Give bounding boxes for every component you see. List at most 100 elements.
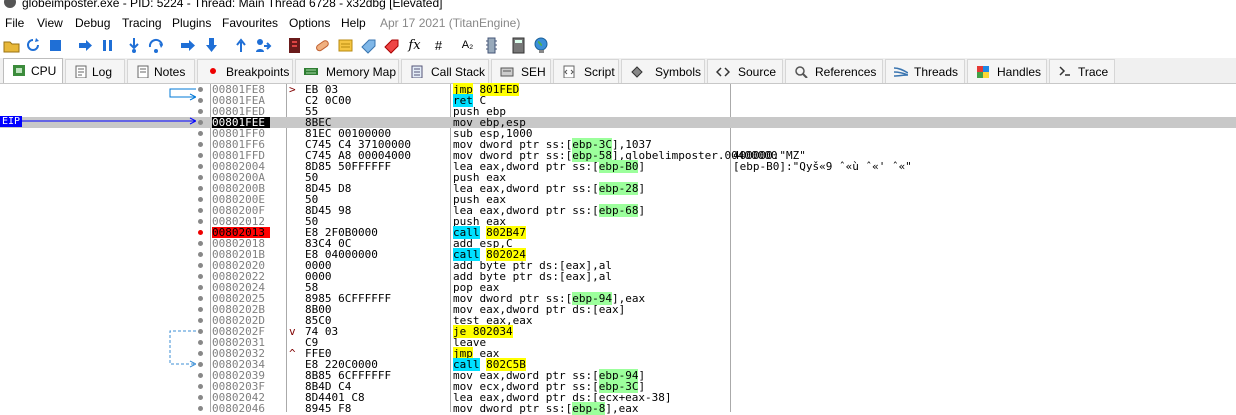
seh-icon <box>500 67 514 77</box>
toolbar: fx # A₂ <box>0 33 1236 59</box>
tab-handles[interactable]: Handles <box>967 59 1047 83</box>
stop-icon[interactable] <box>47 37 64 54</box>
tab-label: Source <box>738 65 777 79</box>
tab-label: Threads <box>914 65 959 79</box>
menu-help[interactable]: Help <box>341 16 366 30</box>
jump-direction-marker: ^ <box>289 347 296 360</box>
open-icon[interactable] <box>3 37 20 54</box>
breakpoint-slot[interactable] <box>198 329 203 334</box>
breakpoint-slot[interactable] <box>198 98 203 103</box>
tab-memory-map[interactable]: Memory Map <box>295 59 399 83</box>
pause-icon[interactable] <box>99 37 116 54</box>
breakpoint-slot[interactable] <box>198 340 203 345</box>
restart-icon[interactable] <box>25 37 42 54</box>
tab-label: Trace <box>1078 65 1109 79</box>
bookmark-icon[interactable] <box>383 37 400 54</box>
tab-seh[interactable]: SEH <box>491 59 551 83</box>
tab-log[interactable]: Log <box>65 59 125 83</box>
comment-cell: [ebp-B0]:"Qyš«9 ˆ«ù ˆ«' ˆ«" <box>733 160 912 173</box>
handles-icon <box>977 66 989 78</box>
breakpoint-slot[interactable] <box>198 307 203 312</box>
jump-arrows <box>20 88 196 368</box>
run-icon[interactable] <box>77 37 94 54</box>
patch-icon[interactable] <box>314 37 331 54</box>
breakpoint-slot[interactable] <box>198 186 203 191</box>
breakpoint-slot[interactable] <box>198 87 203 92</box>
instruction-cell: mov dword ptr ss:[ebp-8],eax <box>453 402 639 415</box>
globe-icon[interactable] <box>533 37 550 54</box>
breakpoint-slot[interactable] <box>198 197 203 202</box>
label-icon[interactable] <box>360 37 377 54</box>
trace-into-icon[interactable] <box>180 37 197 54</box>
tab-notes[interactable]: Notes <box>127 59 195 83</box>
breakpoint-slot[interactable] <box>198 373 203 378</box>
breakpoint-slot[interactable] <box>198 164 203 169</box>
menu-bar: File View Debug Tracing Plugins Favourit… <box>0 13 1236 33</box>
tab-cpu[interactable]: CPU <box>3 58 63 83</box>
notes-icon <box>137 65 149 78</box>
tab-label: Breakpoints <box>226 65 290 79</box>
instruction-token: ebp-8 <box>572 402 606 415</box>
tab-script[interactable]: Script <box>553 59 619 83</box>
menu-debug[interactable]: Debug <box>75 16 110 30</box>
function-icon[interactable]: fx <box>406 37 423 54</box>
breakpoint-slot[interactable] <box>198 263 203 268</box>
execute-till-return-icon[interactable] <box>233 37 250 54</box>
tab-label: SEH <box>521 65 546 79</box>
step-over-icon[interactable] <box>148 37 165 54</box>
breakpoint-slot[interactable] <box>198 142 203 147</box>
trace-over-icon[interactable] <box>203 37 220 54</box>
tab-call-stack[interactable]: Call Stack <box>401 59 489 83</box>
breakpoint-slot[interactable] <box>198 384 203 389</box>
instruction-token: ],eax <box>605 402 639 415</box>
jump-direction-marker: v <box>289 325 296 338</box>
disassembly-view[interactable]: 00801FE8 > EB 03 jmp 801FED 00801FEA C2 0C00 r… <box>0 83 1236 415</box>
breakpoint-slot[interactable] <box>198 406 203 411</box>
menu-favourites[interactable]: Favourites <box>222 16 278 30</box>
menu-file[interactable]: File <box>5 16 24 30</box>
comment-icon[interactable] <box>337 37 354 54</box>
breakpoint-slot[interactable] <box>198 395 203 400</box>
breakpoint-icon <box>210 68 216 74</box>
tab-label: Memory Map <box>326 65 397 79</box>
run-to-user-code-icon[interactable] <box>255 37 272 54</box>
menu-options[interactable]: Options <box>289 16 330 30</box>
tab-trace[interactable]: Trace <box>1049 59 1115 83</box>
breakpoint-slot[interactable] <box>198 109 203 114</box>
memory-icon[interactable] <box>483 37 500 54</box>
breakpoint-dot[interactable] <box>198 230 203 235</box>
breakpoint-slot[interactable] <box>198 318 203 323</box>
font-icon[interactable]: A₂ <box>459 37 476 54</box>
memory-map-icon <box>304 68 318 75</box>
hash-icon[interactable]: # <box>430 37 447 54</box>
breakpoint-slot[interactable] <box>198 120 203 125</box>
step-into-icon[interactable] <box>126 37 143 54</box>
tab-label: Call Stack <box>431 65 486 79</box>
menu-tracing[interactable]: Tracing <box>122 16 162 30</box>
menu-plugins[interactable]: Plugins <box>172 16 211 30</box>
tab-label: CPU <box>31 64 57 78</box>
breakpoint-slot[interactable] <box>198 219 203 224</box>
tab-threads[interactable]: Threads <box>885 59 965 83</box>
tab-references[interactable]: References <box>785 59 883 83</box>
tab-symbols[interactable]: Symbols <box>621 59 705 83</box>
breakpoint-slot[interactable] <box>198 175 203 180</box>
calculator-icon[interactable] <box>510 37 527 54</box>
breakpoint-slot[interactable] <box>198 274 203 279</box>
tab-breakpoints[interactable]: Breakpoints <box>197 59 293 83</box>
breakpoint-slot[interactable] <box>198 351 203 356</box>
tab-source[interactable]: Source <box>707 59 783 83</box>
breakpoint-slot[interactable] <box>198 252 203 257</box>
breakpoint-slot[interactable] <box>198 153 203 158</box>
breakpoint-slot[interactable] <box>198 285 203 290</box>
breakpoint-slot[interactable] <box>198 208 203 213</box>
references-icon <box>795 66 808 78</box>
scylla-icon[interactable] <box>286 37 303 54</box>
breakpoint-slot[interactable] <box>198 131 203 136</box>
address-cell: 00802046 <box>212 402 265 415</box>
breakpoint-slot[interactable] <box>198 241 203 246</box>
breakpoint-slot[interactable] <box>198 362 203 367</box>
script-icon <box>563 65 575 78</box>
menu-view[interactable]: View <box>37 16 63 30</box>
breakpoint-slot[interactable] <box>198 296 203 301</box>
